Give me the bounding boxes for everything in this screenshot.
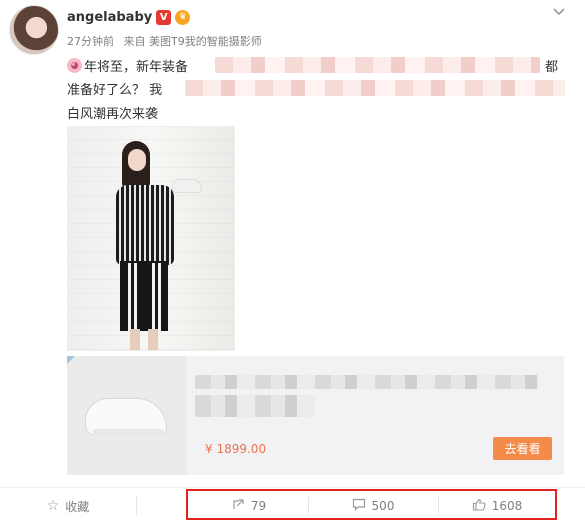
highlight-box <box>186 489 557 520</box>
avatar[interactable] <box>9 5 59 55</box>
post-text-line1-content: 年将至，新年装备 <box>84 60 189 75</box>
post-meta: 27分钟前 来自 美图T9我的智能摄影师 <box>67 33 268 49</box>
post-text-line1: ◕ 年将至，新年装备 <box>67 56 188 75</box>
post-text-line3: 白风潮再次来袭 <box>67 107 159 122</box>
post-text-line2: 准备好了么？ 我 <box>67 83 163 98</box>
redacted-title-blur <box>195 395 315 417</box>
product-link-card[interactable]: ¥ 1899.00 去看看 <box>67 356 564 475</box>
link-card-corner-icon <box>67 356 75 364</box>
redacted-text-blur <box>215 57 540 73</box>
username[interactable]: angelababy <box>67 10 152 25</box>
star-icon: ☆ <box>46 498 60 514</box>
product-price: ¥ 1899.00 <box>205 442 267 456</box>
sneaker-image <box>85 398 167 437</box>
verified-badge-icon: V <box>156 9 172 25</box>
redacted-text-blur <box>185 80 565 96</box>
favorite-button[interactable]: ☆ 收藏 <box>0 488 136 523</box>
chevron-down-icon[interactable] <box>552 5 566 19</box>
go-see-button[interactable]: 去看看 <box>493 437 552 460</box>
post-source[interactable]: 来自 美图T9我的智能摄影师 <box>124 35 262 48</box>
name-row: angelababy V ♛ <box>67 8 191 26</box>
divider <box>136 497 137 515</box>
post-action-bar: ☆ 收藏 79 500 1608 <box>0 487 585 523</box>
post-text-line1-end: 都 <box>545 60 559 75</box>
post-time[interactable]: 27分钟前 <box>67 35 114 48</box>
post-photo[interactable] <box>67 126 235 351</box>
favorite-label: 收藏 <box>65 499 90 514</box>
weibo-post-card: angelababy V ♛ 27分钟前 来自 美图T9我的智能摄影师 ◕ 年将… <box>0 0 585 523</box>
pig-emoji-icon: ◕ <box>67 58 82 73</box>
member-crown-icon: ♛ <box>175 9 191 25</box>
redacted-title-blur <box>195 375 539 389</box>
product-image[interactable] <box>67 356 186 475</box>
